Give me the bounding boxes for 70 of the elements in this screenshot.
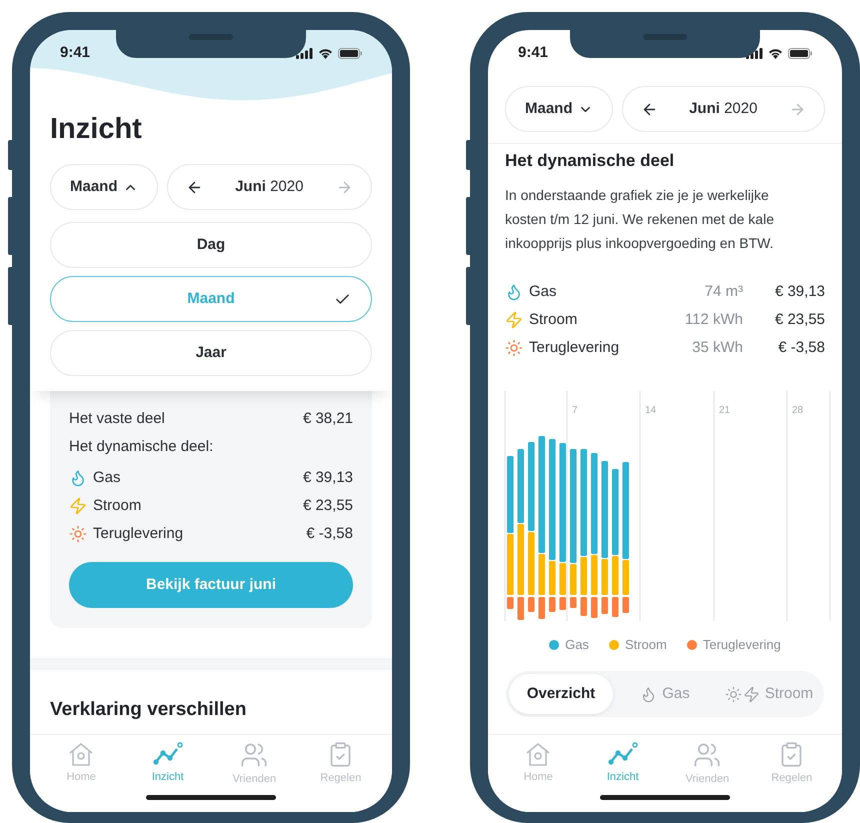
line-chart-icon <box>152 741 183 767</box>
legend-label: Stroom <box>624 636 667 654</box>
signal-icon <box>746 48 763 58</box>
tab-bar-item[interactable]: Inzicht <box>588 741 658 791</box>
row-label: Teruglevering <box>529 338 620 358</box>
wifi-icon <box>318 48 333 58</box>
section-heading: Het dynamische deel <box>505 150 676 172</box>
tab-bar-item[interactable]: Regelen <box>756 741 827 791</box>
day-tick-label: 21 <box>719 404 730 418</box>
legend-label: Teruglevering <box>702 636 781 654</box>
row-label: Gas <box>93 468 121 488</box>
row-label: Gas <box>529 282 557 302</box>
month-label: Juni 2020 <box>689 98 758 119</box>
invoice-button[interactable]: Bekijk factuur juni <box>69 562 353 608</box>
flame-icon <box>505 283 523 301</box>
legend-label: Gas <box>565 636 589 654</box>
lightning-icon <box>742 686 760 702</box>
section-label: Het dynamische deel: <box>69 436 214 457</box>
period-option[interactable]: Maand <box>50 276 372 322</box>
amount: € 38,21 <box>302 408 353 429</box>
tab-bar-item[interactable]: Home <box>46 741 116 791</box>
amount: € 23,55 <box>302 496 353 516</box>
sun-icon <box>505 339 523 357</box>
lightning-icon <box>69 497 87 515</box>
tab-bar-item[interactable]: Home <box>503 741 574 791</box>
battery-icon <box>788 48 812 58</box>
day-tick-label: 7 <box>572 404 578 418</box>
house-icon <box>524 741 552 767</box>
lightning-icon <box>505 311 523 329</box>
row-label: Stroom <box>93 496 142 516</box>
row-label: Het vaste deel <box>69 408 165 429</box>
tab-bar-item[interactable]: Vrienden <box>672 741 742 791</box>
page-title: Inzicht <box>50 114 143 144</box>
period-dropdown[interactable]: Maand <box>505 86 613 132</box>
line-chart-icon <box>608 741 638 767</box>
view-tab[interactable]: Stroom <box>717 674 821 714</box>
view-tab[interactable]: Gas <box>613 674 717 714</box>
battery-icon <box>338 48 362 58</box>
usage: 35 kWh <box>691 338 743 358</box>
view-tab[interactable]: Overzicht <box>509 674 613 714</box>
status-time: 9:41 <box>518 42 548 63</box>
amount: € -3,58 <box>777 338 825 358</box>
usage: 112 kWh <box>684 310 743 330</box>
row-label: Stroom <box>529 310 578 330</box>
section-heading: Verklaring verschillen <box>49 698 248 722</box>
house-icon <box>67 741 96 767</box>
people-icon <box>693 741 722 769</box>
row-label: Teruglevering <box>93 524 184 544</box>
intro-paragraph: In onderstaande grafiek zie je je werkelijke kosten t/m 12 juni. We rekenen met de kale inkoopprijs plus inkoopvergoeding en BTW. <box>505 186 775 253</box>
tab-bar-item[interactable]: Vrienden <box>219 741 290 791</box>
tab-bar-item[interactable]: Inzicht <box>132 741 203 791</box>
amount: € 23,55 <box>774 310 825 330</box>
period-option[interactable]: Dag <box>50 222 372 268</box>
month-label: Juni 2020 <box>235 176 304 197</box>
day-tick-label: 28 <box>792 404 804 418</box>
period-option[interactable]: Jaar <box>50 330 372 376</box>
tab-bar-item[interactable]: Regelen <box>306 741 376 791</box>
period-dropdown[interactable]: Maand <box>50 164 158 210</box>
amount: € 39,13 <box>774 282 825 302</box>
status-time: 9:41 <box>60 42 90 63</box>
sun-icon <box>724 686 742 702</box>
day-tick-label: 14 <box>645 404 656 418</box>
wifi-icon <box>768 48 783 58</box>
sun-icon <box>69 525 87 543</box>
usage: 74 m³ <box>704 282 743 302</box>
flame-icon <box>69 469 87 487</box>
people-icon <box>240 741 268 769</box>
amount: € 39,13 <box>302 468 353 488</box>
signal-icon <box>296 48 313 58</box>
amount: € -3,58 <box>306 524 353 544</box>
